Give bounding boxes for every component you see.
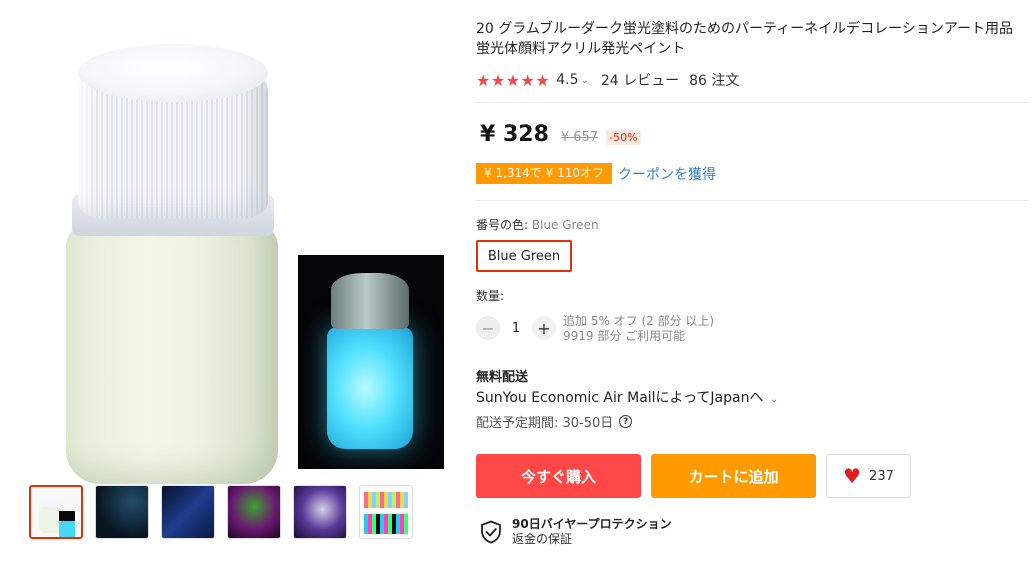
quantity-increase-button[interactable]: + xyxy=(532,316,556,340)
buyer-protection-title: 90日バイヤープロテクション xyxy=(512,517,672,531)
chevron-down-icon[interactable]: ⌄ xyxy=(580,75,588,86)
delivery-time-text: 配送予定期間: 30-50日 xyxy=(476,416,614,431)
coupon-row: ¥ 1,314で ¥ 110オフ クーポンを獲得 xyxy=(476,163,716,184)
color-label: 番号の色: Blue Green xyxy=(476,216,599,233)
help-icon[interactable]: ? xyxy=(619,415,633,428)
rating-value[interactable]: 4.5 xyxy=(556,72,578,88)
get-coupon-link[interactable]: クーポンを獲得 xyxy=(618,164,716,184)
stock-available-note: 9919 部分 ご利用可能 xyxy=(563,329,686,343)
orders-count: 86 注文 xyxy=(689,73,740,89)
buyer-protection[interactable]: 90日バイヤープロテクション 返金の保証 xyxy=(480,517,672,547)
shipping-method[interactable]: SunYou Economic Air MailによってJapanへ ⌄ xyxy=(476,387,778,407)
buyer-protection-subtitle: 返金の保証 xyxy=(512,532,573,546)
wishlist-count: 237 xyxy=(869,468,894,484)
main-product-image[interactable] xyxy=(26,14,456,484)
heart-icon: ♥ xyxy=(843,464,862,488)
buy-now-button[interactable]: 今すぐ購入 xyxy=(476,454,641,498)
star-rating-icon: ★★★★★ xyxy=(476,70,551,90)
glowing-bottle xyxy=(327,327,413,449)
glow-in-dark-inset xyxy=(298,255,444,469)
discount-badge: -50% xyxy=(606,130,641,145)
divider xyxy=(476,102,1028,103)
shield-check-icon xyxy=(481,520,501,544)
reviews-link[interactable]: 24 レビュー xyxy=(601,70,679,90)
price-row: ¥ 328 ¥ 657 -50% xyxy=(480,122,641,147)
bottle-cap-top xyxy=(78,44,268,102)
thumbnail-5[interactable] xyxy=(293,485,347,539)
buyer-protection-text: 90日バイヤープロテクション 返金の保証 xyxy=(512,517,672,547)
shipping-title: 無料配送 xyxy=(476,370,529,385)
original-price: ¥ 657 xyxy=(560,130,599,145)
delivery-time: 配送予定期間: 30-50日 ? xyxy=(476,412,633,431)
divider xyxy=(476,200,1028,201)
bulk-discount-note: 追加 5% オフ (2 部分 以上) xyxy=(563,314,715,328)
quantity-input[interactable]: 1 xyxy=(500,321,532,336)
quantity-label: 数量: xyxy=(476,289,505,303)
thumbnail-3[interactable] xyxy=(161,485,215,539)
add-to-cart-button[interactable]: カートに追加 xyxy=(651,454,816,498)
quantity-stepper: − 1 + xyxy=(476,316,556,340)
quantity-decrease-button[interactable]: − xyxy=(476,316,500,340)
quantity-note: 追加 5% オフ (2 部分 以上) 9919 部分 ご利用可能 xyxy=(563,314,714,344)
thumbnail-6[interactable] xyxy=(359,485,413,539)
bottle-body xyxy=(66,224,278,484)
chevron-down-icon[interactable]: ⌄ xyxy=(770,394,778,405)
image-gallery xyxy=(0,0,460,577)
rating-row: ★★★★★ 4.5 ⌄ 24 レビュー 86 注文 xyxy=(476,70,739,90)
coupon-badge[interactable]: ¥ 1,314で ¥ 110オフ xyxy=(476,163,612,184)
product-title: 20 グラムブルーダーク蛍光塗料のためのパーティーネイルデコレーションアート用品… xyxy=(476,21,1014,57)
current-price: ¥ 328 xyxy=(480,122,549,147)
paint-bottle-illustration xyxy=(66,44,278,484)
thumbnail-2[interactable] xyxy=(95,485,149,539)
shipping-method-text[interactable]: SunYou Economic Air MailによってJapanへ xyxy=(476,390,763,406)
color-label-text: 番号の色: xyxy=(476,218,529,232)
wishlist-button[interactable]: ♥ 237 xyxy=(826,454,911,498)
thumbnail-strip xyxy=(29,485,413,539)
color-option-blue-green[interactable]: Blue Green xyxy=(476,240,572,272)
thumbnail-4[interactable] xyxy=(227,485,281,539)
thumbnail-1[interactable] xyxy=(29,485,83,539)
color-selected-value: Blue Green xyxy=(531,218,599,232)
glowing-bottle-cap xyxy=(331,273,409,329)
